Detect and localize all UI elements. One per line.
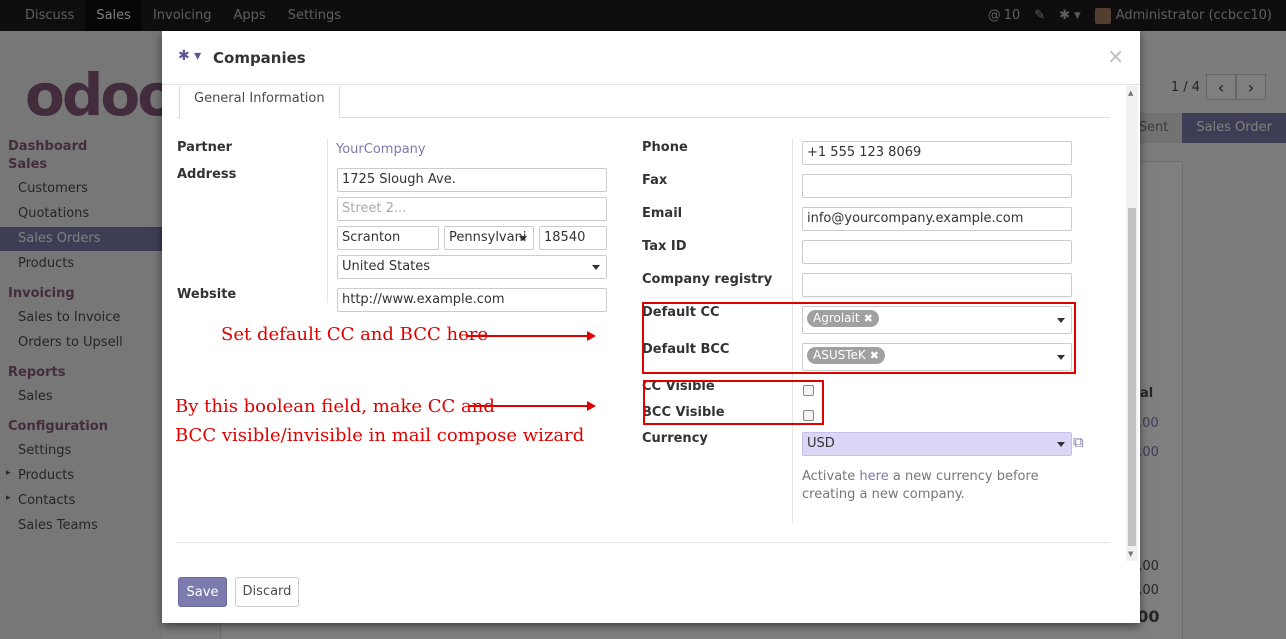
tab-general-information[interactable]: General Information	[179, 86, 340, 119]
phone-label: Phone	[642, 140, 688, 155]
tax-id-field[interactable]	[802, 240, 1072, 264]
close-icon[interactable]: ×	[1107, 44, 1124, 68]
annotation-box-visible	[643, 380, 824, 425]
zip-field[interactable]: 18540	[539, 226, 607, 250]
city-field[interactable]: Scranton	[337, 226, 439, 250]
country-select[interactable]: United States	[337, 255, 607, 279]
discard-button[interactable]: Discard	[235, 577, 299, 607]
activate-currency-link[interactable]: here	[859, 469, 888, 484]
scrollbar-thumb[interactable]	[1128, 208, 1136, 546]
footer-divider	[177, 542, 1110, 543]
chevron-down-icon	[592, 265, 600, 270]
company-registry-label: Company registry	[642, 272, 773, 287]
address-label: Address	[177, 167, 237, 182]
help-text-start: Activate	[802, 469, 860, 484]
email-label: Email	[642, 206, 683, 221]
street2-field[interactable]: Street 2...	[337, 197, 607, 221]
dialog-header: ✱ ▾ Companies ×	[162, 31, 1140, 85]
currency-select[interactable]: USD	[802, 432, 1072, 456]
phone-field[interactable]: +1 555 123 8069	[802, 141, 1072, 165]
website-label: Website	[177, 287, 237, 302]
street-field[interactable]: 1725 Slough Ave.	[337, 168, 607, 192]
currency-value: USD	[807, 436, 835, 451]
partner-link[interactable]: YourCompany	[336, 142, 426, 157]
currency-label: Currency	[642, 431, 708, 446]
partner-label: Partner	[177, 140, 233, 155]
fax-label: Fax	[642, 173, 668, 188]
state-value: Pennsylvani	[449, 230, 527, 245]
annotation-arrow	[469, 401, 596, 411]
scroll-up-icon[interactable]: ▲	[1128, 89, 1133, 97]
scroll-down-icon[interactable]: ▼	[1128, 550, 1133, 558]
chevron-down-icon	[1057, 442, 1065, 447]
dialog-title: Companies	[213, 49, 306, 67]
notebook-tabs: General Information	[177, 86, 1110, 119]
company-registry-field[interactable]	[802, 273, 1072, 297]
dialog-scrollbar[interactable]: ▲ ▼	[1126, 86, 1138, 561]
country-value: United States	[342, 259, 431, 274]
email-field[interactable]: info@yourcompany.example.com	[802, 207, 1072, 231]
column-divider	[327, 138, 328, 303]
external-link-icon[interactable]: ⧉	[1073, 433, 1084, 451]
state-select[interactable]: Pennsylvani	[444, 226, 534, 250]
fax-field[interactable]	[802, 174, 1072, 198]
currency-help-text: Activate here a new currency before crea…	[802, 468, 1087, 504]
debug-icon[interactable]: ✱ ▾	[178, 48, 201, 64]
annotation-note-default-cc-bcc: Set default CC and BCC here	[221, 324, 488, 345]
tax-id-label: Tax ID	[642, 239, 687, 254]
annotation-arrow	[466, 331, 596, 341]
annotation-box-cc-bcc	[642, 302, 1076, 374]
save-button[interactable]: Save	[178, 577, 227, 607]
annotation-note-boolean-line2: BCC visible/invisible in mail compose wi…	[175, 425, 585, 446]
annotation-note-boolean-line1: By this boolean field, make CC and	[175, 396, 495, 417]
chevron-down-icon	[519, 236, 527, 241]
website-field[interactable]: http://www.example.com	[337, 288, 607, 312]
